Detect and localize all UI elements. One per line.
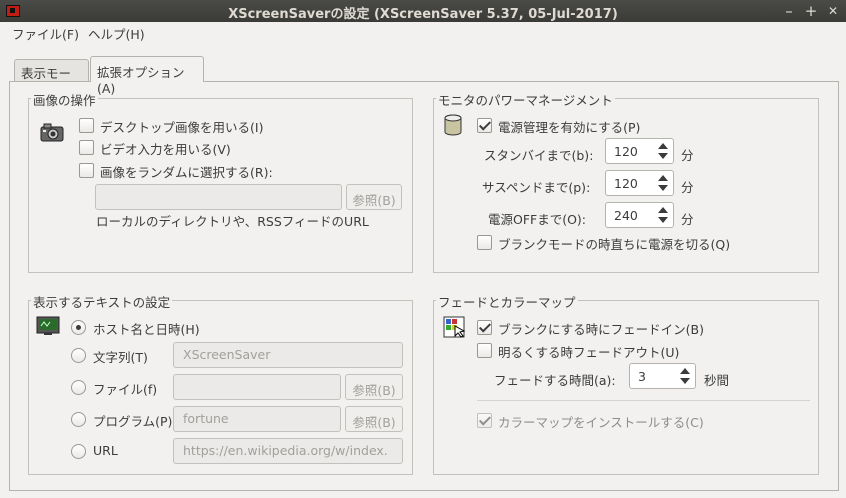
spin-down-icon[interactable] <box>680 378 690 384</box>
frame-title: フェードとカラーマップ <box>436 292 578 311</box>
text-file-radio[interactable] <box>71 380 86 395</box>
text-monitor-icon <box>36 316 60 336</box>
text-literal-radio[interactable] <box>71 348 86 363</box>
install-colormap-label[interactable]: カラーマップをインストールする(C) <box>498 412 704 431</box>
fade-duration-label: フェードする時間(a): <box>494 373 616 388</box>
text-url-field[interactable]: https://en.wikipedia.org/w/index. <box>173 438 403 464</box>
text-program-radio[interactable] <box>71 412 86 427</box>
title-bar: XScreenSaverの設定 (XScreenSaver 5.37, 05-J… <box>0 0 846 22</box>
standby-spinbox[interactable]: 120 <box>605 138 674 164</box>
spin-up-icon[interactable] <box>658 175 668 181</box>
suspend-value: 120 <box>614 176 638 191</box>
minimize-button[interactable]: – <box>780 2 798 20</box>
random-image-label[interactable]: 画像をランダムに選択する(R): <box>100 162 273 181</box>
tab-advanced[interactable]: 拡張オプション(A) <box>90 56 204 96</box>
spin-down-icon[interactable] <box>658 185 668 191</box>
fade-duration-unit: 秒間 <box>704 373 730 388</box>
text-url-label[interactable]: URL <box>93 443 118 458</box>
off-label: 電源OFFまで(O): <box>488 212 587 227</box>
off-value: 240 <box>614 208 638 223</box>
quick-off-label[interactable]: ブランクモードの時直ちに電源を切る(Q) <box>498 234 730 253</box>
image-directory-field[interactable] <box>95 184 342 210</box>
menu-bar: ファイル(F) ヘルプ(H) <box>0 22 846 42</box>
window-title: XScreenSaverの設定 (XScreenSaver 5.37, 05-J… <box>228 7 618 22</box>
power-icon <box>443 113 463 137</box>
image-source-hint: ローカルのディレクトリや、RSSフィードのURL <box>96 214 369 229</box>
standby-label: スタンバイまで(b): <box>484 148 594 163</box>
fade-out-checkbox[interactable] <box>477 343 492 358</box>
install-colormap-checkbox[interactable] <box>477 413 492 428</box>
fade-out-label[interactable]: 明るくする時フェードアウト(U) <box>498 342 679 361</box>
fade-separator <box>477 400 810 401</box>
text-file-field[interactable] <box>173 374 341 400</box>
tab-bar: 表示モード 拡張オプション(A) <box>0 42 846 100</box>
text-program-label[interactable]: プログラム(P) <box>93 411 172 430</box>
standby-value: 120 <box>614 144 638 159</box>
suspend-unit: 分 <box>681 180 694 195</box>
fade-icon <box>443 316 466 338</box>
spin-up-icon[interactable] <box>680 368 690 374</box>
power-enable-checkbox[interactable] <box>477 118 492 133</box>
fade-in-label[interactable]: ブランクにする時にフェードイン(B) <box>498 319 704 338</box>
maximize-button[interactable]: + <box>802 2 820 20</box>
text-file-label[interactable]: ファイル(f) <box>93 379 157 398</box>
off-unit: 分 <box>681 212 694 227</box>
menu-help[interactable]: ヘルプ(H) <box>88 24 145 43</box>
standby-unit: 分 <box>681 148 694 163</box>
grab-video-label[interactable]: ビデオ入力を用いる(V) <box>100 139 231 158</box>
image-browse-button[interactable]: 参照(B) <box>346 184 402 210</box>
power-enable-label[interactable]: 電源管理を有効にする(P) <box>498 117 640 136</box>
frame-title: 表示するテキストの設定 <box>31 292 173 311</box>
grab-desktop-checkbox[interactable] <box>79 118 94 133</box>
text-host-label[interactable]: ホスト名と日時(H) <box>93 319 200 338</box>
grab-video-checkbox[interactable] <box>79 140 94 155</box>
close-button[interactable]: ✕ <box>824 2 842 20</box>
tab-display-modes[interactable]: 表示モード <box>14 59 89 100</box>
random-image-checkbox[interactable] <box>79 163 94 178</box>
suspend-label: サスペンドまで(p): <box>482 180 591 195</box>
text-file-browse-button[interactable]: 参照(B) <box>345 374 403 400</box>
suspend-spinbox[interactable]: 120 <box>605 170 674 196</box>
spin-up-icon[interactable] <box>658 143 668 149</box>
text-url-radio[interactable] <box>71 444 86 459</box>
spin-up-icon[interactable] <box>658 207 668 213</box>
spin-down-icon[interactable] <box>658 153 668 159</box>
camera-icon <box>40 122 64 142</box>
menu-file[interactable]: ファイル(F) <box>12 24 79 43</box>
fade-duration-spinbox[interactable]: 3 <box>629 363 696 389</box>
frame-title: 画像の操作 <box>31 90 98 109</box>
text-host-radio[interactable] <box>71 320 86 335</box>
fade-in-checkbox[interactable] <box>477 320 492 335</box>
fade-duration-value: 3 <box>638 369 646 384</box>
spin-down-icon[interactable] <box>658 217 668 223</box>
quick-off-checkbox[interactable] <box>477 235 492 250</box>
off-spinbox[interactable]: 240 <box>605 202 674 228</box>
frame-title: モニタのパワーマネージメント <box>436 90 615 109</box>
text-literal-label[interactable]: 文字列(T) <box>93 347 148 366</box>
grab-desktop-label[interactable]: デスクトップ画像を用いる(I) <box>100 117 263 136</box>
text-program-field[interactable]: fortune <box>173 406 341 432</box>
text-program-browse-button[interactable]: 参照(B) <box>345 406 403 432</box>
text-literal-field[interactable]: XScreenSaver <box>173 342 403 368</box>
